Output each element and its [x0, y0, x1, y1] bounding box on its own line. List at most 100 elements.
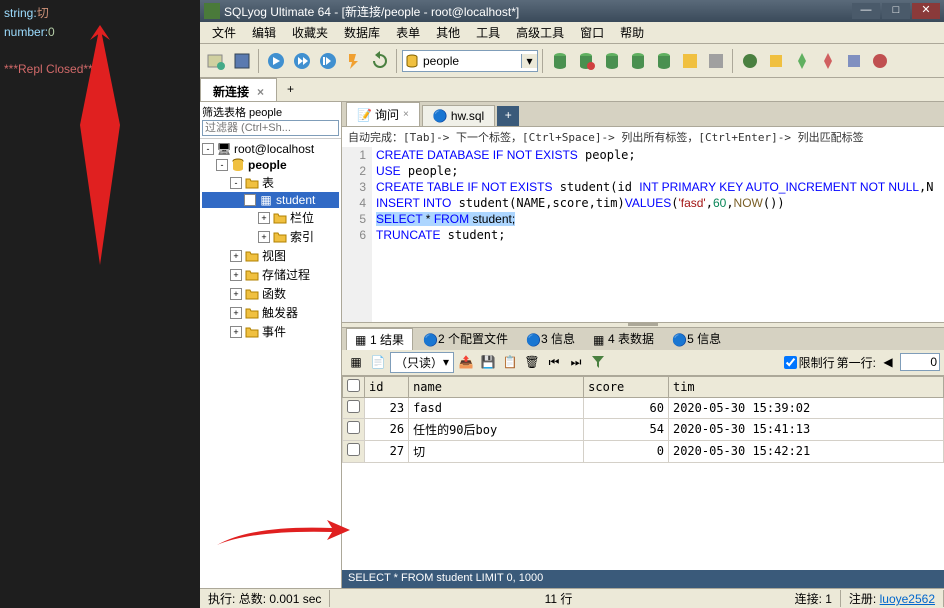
menu-file[interactable]: 文件: [204, 22, 244, 43]
menu-help[interactable]: 帮助: [612, 22, 652, 43]
code-area[interactable]: CREATE DATABASE IF NOT EXISTS people; US…: [372, 127, 944, 322]
menu-tools[interactable]: 工具: [468, 22, 508, 43]
table-row[interactable]: 23 fasd 60 2020-05-30 15:39:02: [343, 397, 944, 418]
col-name[interactable]: name: [409, 376, 584, 397]
delete-icon[interactable]: 🗑: [522, 352, 542, 372]
tab-result[interactable]: ▦1 结果: [346, 328, 413, 350]
tree-funcs[interactable]: 函数: [262, 285, 286, 302]
tree-views[interactable]: 视图: [262, 247, 286, 264]
tree-events[interactable]: 事件: [262, 323, 286, 340]
connection-tab[interactable]: 新连接×: [200, 78, 277, 101]
tree-indexes[interactable]: 索引: [290, 228, 314, 245]
new-connection-icon[interactable]: [204, 49, 228, 73]
execute-all-icon[interactable]: [290, 49, 314, 73]
tool-icon-6[interactable]: [678, 49, 702, 73]
maximize-button[interactable]: □: [882, 3, 910, 19]
tool-icon-11[interactable]: [816, 49, 840, 73]
close-tab-icon[interactable]: ×: [257, 85, 264, 99]
expand-icon[interactable]: +: [230, 269, 242, 281]
database-selector[interactable]: ▾: [402, 50, 538, 72]
tab-info3[interactable]: 🔵3 信息: [518, 328, 583, 349]
refresh-icon[interactable]: [368, 49, 392, 73]
menu-database[interactable]: 数据库: [336, 22, 388, 43]
tree-columns[interactable]: 栏位: [290, 209, 314, 226]
filter-input[interactable]: [202, 120, 339, 136]
limit-rows-checkbox[interactable]: 限制行: [784, 354, 835, 371]
expand-icon[interactable]: +: [230, 326, 242, 338]
add-tab-icon[interactable]: +: [279, 78, 302, 101]
tool-icon-10[interactable]: [790, 49, 814, 73]
tree-procs[interactable]: 存储过程: [262, 266, 310, 283]
collapse-icon[interactable]: -: [216, 159, 228, 171]
tree-database[interactable]: people: [248, 158, 287, 172]
sql-editor[interactable]: 自动完成：[Tab]-> 下一个标签，[Ctrl+Space]-> 列出所有标签…: [342, 126, 944, 322]
execute-icon[interactable]: [264, 49, 288, 73]
close-icon[interactable]: ×: [403, 109, 409, 120]
tab-hw[interactable]: 🔵hw.sql: [422, 105, 495, 126]
dropdown-icon[interactable]: ▾: [521, 54, 537, 68]
tool-icon-8[interactable]: [738, 49, 762, 73]
menu-window[interactable]: 窗口: [572, 22, 612, 43]
nav-first-icon[interactable]: ⏮: [544, 352, 564, 372]
tab-profiles[interactable]: 🔵2 个配置文件: [415, 328, 516, 349]
tree-tables[interactable]: 表: [262, 174, 274, 191]
row-checkbox[interactable]: [347, 421, 360, 434]
filter-icon[interactable]: [588, 352, 608, 372]
grid-view-icon[interactable]: ▦: [346, 352, 366, 372]
expand-icon[interactable]: +: [230, 250, 242, 262]
add-query-tab[interactable]: +: [497, 106, 519, 126]
menu-other[interactable]: 其他: [428, 22, 468, 43]
first-row-input[interactable]: [900, 353, 940, 371]
copy-icon[interactable]: 📋: [500, 352, 520, 372]
col-score[interactable]: score: [584, 376, 669, 397]
nav-last-icon[interactable]: ⏭: [566, 352, 586, 372]
expand-icon[interactable]: +: [230, 288, 242, 300]
tool-icon-1[interactable]: [548, 49, 572, 73]
expand-icon[interactable]: +: [230, 307, 242, 319]
tool-icon-13[interactable]: [868, 49, 892, 73]
tool-icon-7[interactable]: [704, 49, 728, 73]
tool-icon-4[interactable]: [626, 49, 650, 73]
table-row[interactable]: 26 任性的90后boy 54 2020-05-30 15:41:13: [343, 418, 944, 440]
menu-powertools[interactable]: 高级工具: [508, 22, 572, 43]
menu-table[interactable]: 表单: [388, 22, 428, 43]
tool-icon-12[interactable]: [842, 49, 866, 73]
minimize-button[interactable]: —: [852, 3, 880, 19]
row-checkbox[interactable]: [347, 443, 360, 456]
tool-icon-5[interactable]: [652, 49, 676, 73]
collapse-icon[interactable]: -: [244, 194, 256, 206]
table-row[interactable]: 27 切 0 2020-05-30 15:42:21: [343, 440, 944, 462]
collapse-icon[interactable]: -: [202, 143, 214, 155]
tool-icon-3[interactable]: [600, 49, 624, 73]
export-icon[interactable]: 📤: [456, 352, 476, 372]
tool-icon-2[interactable]: [574, 49, 598, 73]
tab-info5[interactable]: 🔵5 信息: [664, 328, 729, 349]
form-view-icon[interactable]: 📄: [368, 352, 388, 372]
titlebar[interactable]: SQLyog Ultimate 64 - [新连接/people - root@…: [200, 0, 944, 22]
reg-user[interactable]: luoye2562: [880, 592, 935, 606]
execute-current-icon[interactable]: [316, 49, 340, 73]
menu-edit[interactable]: 编辑: [244, 22, 284, 43]
tree-triggers[interactable]: 触发器: [262, 304, 298, 321]
close-button[interactable]: ✕: [912, 3, 940, 19]
format-icon[interactable]: [342, 49, 366, 73]
tab-query[interactable]: 📝询问×: [346, 102, 420, 126]
row-checkbox[interactable]: [347, 400, 360, 413]
readonly-selector[interactable]: （只读） ▾: [390, 352, 454, 373]
col-id[interactable]: id: [365, 376, 409, 397]
tree-root[interactable]: root@localhost: [234, 142, 314, 156]
tree-student[interactable]: student: [276, 193, 315, 207]
menu-favorites[interactable]: 收藏夹: [284, 22, 336, 43]
expand-icon[interactable]: +: [258, 231, 270, 243]
save-icon[interactable]: 💾: [478, 352, 498, 372]
database-input[interactable]: [421, 54, 521, 68]
save-icon[interactable]: [230, 49, 254, 73]
tool-icon-9[interactable]: [764, 49, 788, 73]
prev-icon[interactable]: ◀: [878, 352, 898, 372]
tab-tabledata[interactable]: ▦4 表数据: [585, 328, 662, 349]
checkbox-header[interactable]: [343, 376, 365, 397]
col-tim[interactable]: tim: [668, 376, 943, 397]
result-grid[interactable]: id name score tim 23 fasd 60 2020-05-30 …: [342, 376, 944, 571]
expand-icon[interactable]: +: [258, 212, 270, 224]
collapse-icon[interactable]: -: [230, 177, 242, 189]
